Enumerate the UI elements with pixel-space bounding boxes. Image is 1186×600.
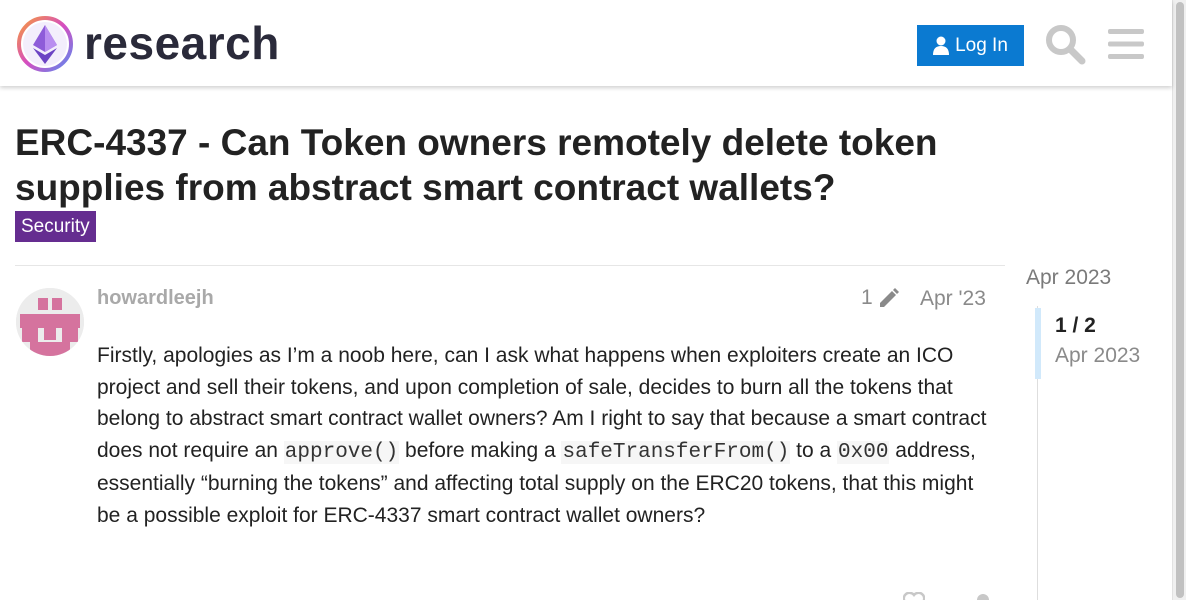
page-scrollbar[interactable] [1172,0,1186,600]
avatar[interactable] [16,288,84,356]
login-button[interactable]: Log In [917,25,1024,66]
scrollbar-thumb[interactable] [1176,2,1184,598]
post-text: before making a [399,438,562,462]
post-edit-history[interactable]: 1 [861,286,900,310]
category-badge-security[interactable]: Security [15,211,96,242]
site-brand[interactable]: research [84,14,280,72]
login-label: Log In [955,34,1008,56]
inline-code: 0x00 [837,440,890,464]
search-icon [1046,25,1086,65]
topic-divider [15,265,1005,266]
topic-title: ERC-4337 - Can Token owners remotely del… [15,122,938,208]
user-icon [933,36,950,55]
timeline-scroll-handle[interactable] [1035,308,1041,379]
pencil-icon [879,288,899,307]
site-header: research Log In [0,0,1172,86]
timeline-position: 1 / 2 [1055,314,1096,337]
inline-code: safeTransferFrom() [561,440,791,464]
timeline-current-date: Apr 2023 [1055,344,1141,367]
inline-code: approve() [283,440,400,464]
ethereum-logo[interactable] [16,15,74,73]
like-icon[interactable] [903,592,925,600]
post-body: Firstly, apologies as I’m a noob here, c… [97,340,997,531]
hamburger-menu-icon [1108,29,1144,59]
hamburger-menu-button[interactable] [1103,21,1149,67]
search-button[interactable] [1042,21,1088,67]
avatar-identicon [16,288,84,356]
post-text: to a [790,438,838,462]
timeline-start-date[interactable]: Apr 2023 [1026,266,1111,290]
edit-count: 1 [861,286,873,309]
link-icon[interactable] [972,592,994,600]
post-username[interactable]: howardleejh [97,287,214,310]
post-date[interactable]: Apr '23 [920,287,986,311]
